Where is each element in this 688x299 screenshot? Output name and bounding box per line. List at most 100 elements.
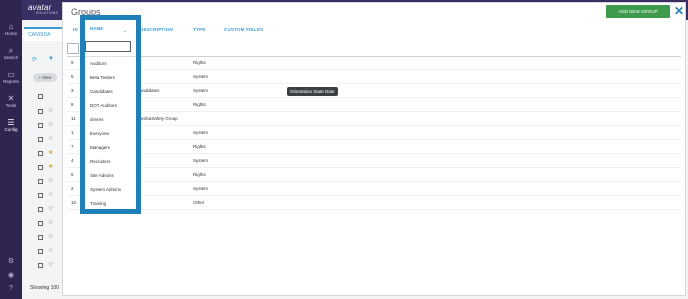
chevron-down-icon[interactable]: ⌄ <box>123 28 127 34</box>
col-header-description[interactable]: DESCRIPTION <box>140 27 173 32</box>
star-icon[interactable]: ☆ <box>48 107 53 114</box>
star-icon[interactable]: ☆ <box>48 247 53 254</box>
bg-row: ☆ <box>38 122 58 130</box>
group-name[interactable]: Auditors <box>90 61 107 66</box>
close-icon[interactable]: ✕ <box>672 4 686 18</box>
row-checkbox[interactable] <box>38 109 43 114</box>
bg-row: ☆ <box>38 108 58 116</box>
nav-search[interactable]: ⌕ Search <box>0 46 22 61</box>
row-description: ambaSafety Group <box>140 116 178 121</box>
row-id: 2 <box>71 186 74 191</box>
star-icon[interactable]: ☆ <box>48 135 53 142</box>
col-header-name[interactable]: NAME <box>90 26 103 31</box>
star-icon[interactable]: ★ <box>48 149 53 156</box>
showing-value[interactable]: 100 <box>51 285 59 291</box>
camera-icon[interactable]: ◉ <box>0 271 22 279</box>
star-icon[interactable]: ☆ <box>48 191 53 198</box>
group-name[interactable]: Everyone <box>90 131 109 136</box>
group-name[interactable]: DOT Auditors <box>90 103 117 108</box>
group-name[interactable]: Training <box>90 201 106 206</box>
table-row[interactable]: 4 System <box>67 155 681 168</box>
row-type: Rights <box>193 172 206 177</box>
id-filter-input[interactable] <box>67 43 79 54</box>
star-icon[interactable]: ☆ <box>48 121 53 128</box>
row-type: System <box>193 74 209 79</box>
add-new-group-button[interactable]: ADD NEW GROUP <box>606 5 670 18</box>
refresh-icon[interactable]: ⟳ <box>32 56 37 63</box>
name-header-divider <box>85 56 136 57</box>
new-button[interactable]: + New <box>33 73 57 82</box>
row-checkbox[interactable] <box>38 235 43 240</box>
group-name[interactable]: Site Admins <box>90 173 114 178</box>
table-row[interactable]: 10 Other <box>67 197 681 210</box>
group-name[interactable]: Managers <box>90 145 110 150</box>
row-id: 10 <box>71 200 77 205</box>
group-name[interactable]: drivers <box>90 117 104 122</box>
row-checkbox[interactable] <box>38 165 43 170</box>
row-checkbox[interactable] <box>38 137 43 142</box>
row-type: Rights <box>193 102 206 107</box>
row-checkbox[interactable] <box>38 263 43 268</box>
nav-reports-label: Reports <box>3 79 19 84</box>
candidates-tab-label: CANDIDA <box>28 32 51 38</box>
row-id: 1 <box>71 130 74 135</box>
star-icon[interactable]: ☆ <box>48 233 53 240</box>
config-icon: ☰ <box>7 118 15 127</box>
nav-reports[interactable]: ▭ Reports <box>0 70 22 85</box>
candidates-tab[interactable]: CANDIDA <box>24 27 64 41</box>
row-id: 6 <box>71 172 74 177</box>
table-row[interactable]: 11 ambaSafety Group <box>67 113 681 126</box>
table-row[interactable]: 9 Rights <box>67 57 681 70</box>
help-icon[interactable]: ? <box>0 285 22 292</box>
row-checkbox[interactable] <box>38 94 43 99</box>
col-header-type[interactable]: TYPE <box>193 27 206 32</box>
table-row[interactable]: 8 Rights <box>67 99 681 112</box>
bg-row: ☆ <box>38 178 58 186</box>
row-id: 5 <box>71 74 74 79</box>
star-icon[interactable]: ☆ <box>48 205 53 212</box>
bg-row <box>38 93 58 101</box>
nav-tools[interactable]: ✕ Tools <box>0 94 22 109</box>
row-id: 4 <box>71 158 74 163</box>
row-checkbox[interactable] <box>38 179 43 184</box>
group-name[interactable]: System Admins <box>90 187 121 192</box>
table-row[interactable]: 1 System <box>67 127 681 140</box>
star-icon[interactable]: ☆ <box>48 219 53 226</box>
row-type: Other <box>193 200 205 205</box>
folder-icon: ▭ <box>7 70 15 79</box>
tooltip: Orientation State Date <box>287 87 338 96</box>
row-type: System <box>193 186 209 191</box>
showing-count: Showing 100 <box>30 285 59 291</box>
nav-home[interactable]: ⌂ Home <box>0 22 22 37</box>
name-column-highlight: NAME ⌄ Auditors Beta Testers Candidates … <box>80 15 141 214</box>
filter-icon[interactable]: ▼ <box>48 56 54 62</box>
table-row[interactable]: 5 System <box>67 71 681 84</box>
row-type: System <box>193 88 209 93</box>
col-header-custom-fields[interactable]: CUSTOM FIELDS <box>224 27 263 32</box>
row-checkbox[interactable] <box>38 207 43 212</box>
name-filter-input[interactable] <box>85 41 131 52</box>
row-id: 7 <box>71 144 74 149</box>
group-name[interactable]: Candidates <box>90 89 113 94</box>
star-icon[interactable]: ☆ <box>48 261 53 268</box>
row-checkbox[interactable] <box>38 123 43 128</box>
bg-row: ☆ <box>38 206 58 214</box>
table-row[interactable]: 6 Rights <box>67 169 681 182</box>
row-checkbox[interactable] <box>38 221 43 226</box>
table-row[interactable]: 7 Rights <box>67 141 681 154</box>
search-icon: ⌕ <box>8 46 14 55</box>
row-checkbox[interactable] <box>38 151 43 156</box>
row-checkbox[interactable] <box>38 249 43 254</box>
bg-row: ☆ <box>38 234 58 242</box>
bg-row: ★ <box>38 150 58 158</box>
star-icon[interactable]: ☆ <box>48 177 53 184</box>
group-name[interactable]: Recruiters <box>90 159 111 164</box>
star-icon[interactable]: ★ <box>48 163 53 170</box>
col-header-id[interactable]: ID <box>73 27 78 32</box>
settings-icon[interactable]: ⚙ <box>0 257 22 265</box>
table-row[interactable]: 3 andidates System <box>67 85 681 98</box>
table-row[interactable]: 2 System <box>67 183 681 196</box>
nav-config[interactable]: ☰ Config <box>0 118 22 133</box>
group-name[interactable]: Beta Testers <box>90 75 115 80</box>
row-checkbox[interactable] <box>38 193 43 198</box>
